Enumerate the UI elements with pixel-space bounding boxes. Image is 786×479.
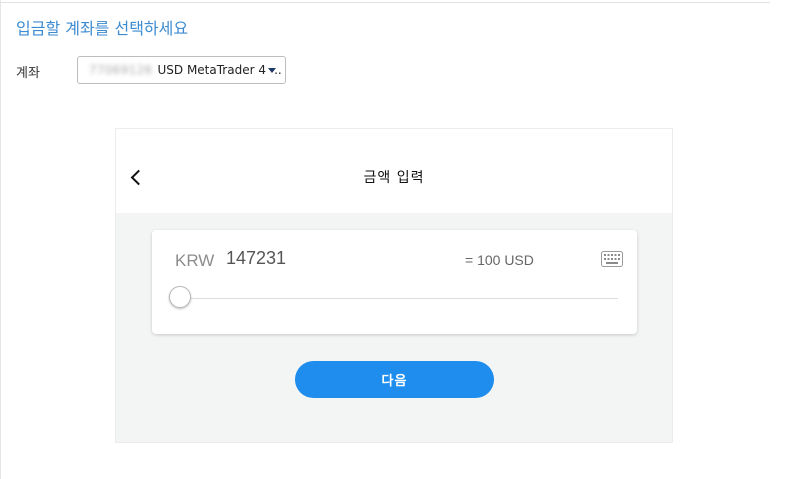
- amount-slider-track[interactable]: [180, 298, 618, 299]
- top-divider: [0, 2, 770, 3]
- currency-code: KRW: [175, 251, 215, 270]
- amount-widget: 금액 입력 KRW = 100 USD 다음: [115, 128, 673, 443]
- amount-slider-thumb[interactable]: [169, 286, 191, 308]
- account-description: USD MetaTrader 4 -..: [157, 63, 282, 77]
- widget-header: 금액 입력: [116, 129, 672, 213]
- account-label: 계좌: [16, 66, 40, 81]
- amount-input[interactable]: [226, 248, 426, 269]
- caret-down-icon: [268, 68, 276, 73]
- account-number: 77069126: [89, 63, 153, 77]
- page-left-border: [0, 0, 1, 479]
- page-title: 입금할 계좌를 선택하세요: [16, 19, 189, 38]
- widget-title: 금액 입력: [363, 170, 425, 186]
- converted-amount: = 100 USD: [465, 252, 534, 268]
- account-select[interactable]: 77069126 USD MetaTrader 4 -..: [77, 56, 286, 84]
- amount-card: KRW = 100 USD: [152, 230, 637, 334]
- keyboard-icon[interactable]: [601, 251, 623, 267]
- next-button[interactable]: 다음: [295, 361, 494, 398]
